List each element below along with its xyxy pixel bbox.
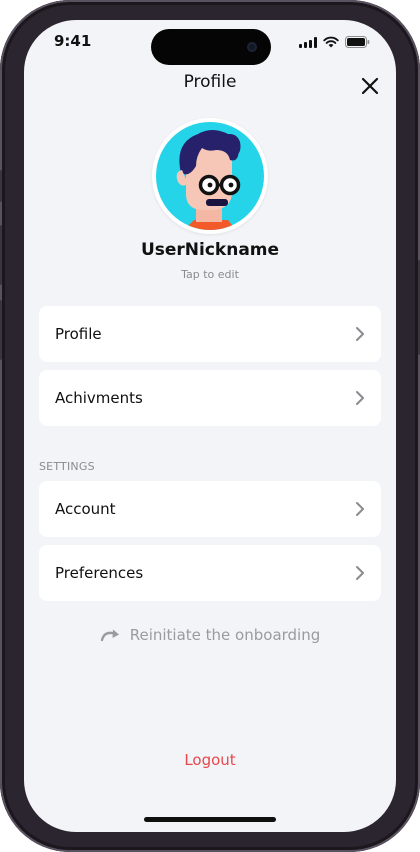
edit-hint: Tap to edit (181, 268, 239, 281)
status-time: 9:41 (54, 32, 92, 50)
home-indicator[interactable] (144, 817, 276, 822)
redo-arrow-icon (100, 629, 119, 642)
chevron-right-icon (356, 391, 364, 405)
menu-item-label: Achivments (55, 389, 143, 407)
volume-down-button (0, 300, 2, 360)
screen: 9:41 Profile UserNickname Tap to edit Pr… (24, 20, 396, 832)
action-button (0, 170, 2, 202)
reinitiate-onboarding-label: Reinitiate the onboarding (129, 626, 321, 644)
wifi-icon (323, 36, 339, 48)
camera-icon (247, 42, 257, 52)
status-icons (299, 36, 370, 48)
settings-item-preferences[interactable]: Preferences (39, 545, 381, 601)
avatar[interactable] (152, 118, 268, 234)
signal-icon (299, 36, 317, 48)
reinitiate-onboarding-button[interactable]: Reinitiate the onboarding (24, 626, 396, 644)
page-title: Profile (183, 72, 237, 92)
settings-item-label: Preferences (55, 564, 144, 582)
logout-button[interactable]: Logout (24, 751, 396, 769)
chevron-right-icon (356, 327, 364, 341)
username[interactable]: UserNickname (24, 240, 396, 260)
section-label-settings: SETTINGS (39, 460, 95, 473)
battery-icon (345, 36, 370, 48)
avatar-illustration (156, 122, 264, 230)
menu-item-achievements[interactable]: Achivments (39, 370, 381, 426)
settings-item-account[interactable]: Account (39, 481, 381, 537)
menu-item-label: Profile (55, 325, 102, 343)
chevron-right-icon (356, 566, 364, 580)
phone-frame: 9:41 Profile UserNickname Tap to edit Pr… (0, 0, 420, 852)
dynamic-island (151, 29, 271, 65)
volume-up-button (0, 225, 2, 285)
chevron-right-icon (356, 502, 364, 516)
settings-item-label: Account (55, 500, 116, 518)
menu-item-profile[interactable]: Profile (39, 306, 381, 362)
close-icon[interactable] (358, 74, 382, 98)
